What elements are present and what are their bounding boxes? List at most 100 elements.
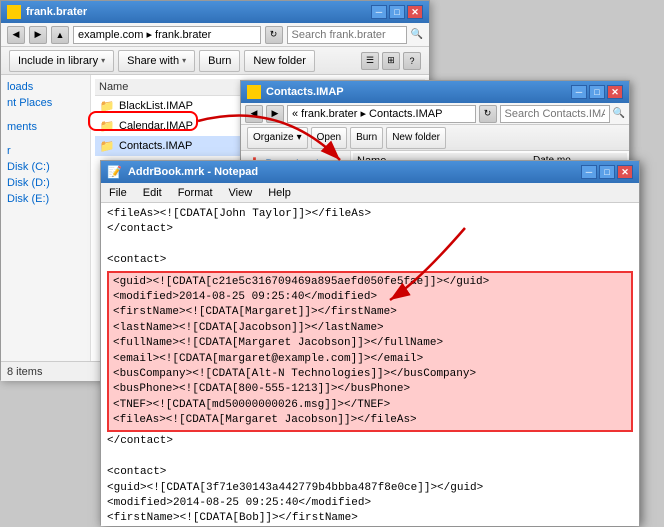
view-controls: ☰ ⊞ ? xyxy=(361,52,421,70)
text-line: </contact> xyxy=(107,434,633,449)
text-line: <TNEF><![CDATA[md50000000026.msg]]></TNE… xyxy=(113,398,627,413)
highlighted-block: <guid><![CDATA[c21e5c316709469a895aefd05… xyxy=(107,271,633,433)
notepad-menu-bar: File Edit Format View Help xyxy=(101,183,639,203)
folder-icon xyxy=(7,5,21,19)
menu-help[interactable]: Help xyxy=(264,187,295,199)
sidebar-item-documents[interactable]: ments xyxy=(1,119,90,135)
forward-button[interactable]: ▶ xyxy=(29,26,47,44)
text-line: <fileAs><![CDATA[Margaret Jacobson]]></f… xyxy=(113,413,627,428)
folder-icon: 📁 xyxy=(99,118,115,134)
contacts-title-bar: Contacts.IMAP ─ □ ✕ xyxy=(241,81,629,103)
sidebar-item-loads[interactable]: loads xyxy=(1,79,90,95)
text-line: <guid><![CDATA[3f71e30143a442779b4bbba48… xyxy=(107,481,633,496)
item-count: 8 items xyxy=(7,366,42,378)
text-line xyxy=(107,238,633,253)
explorer-title-bar: frank.brater ─ □ ✕ xyxy=(1,1,429,23)
text-line xyxy=(107,450,633,465)
burn-button[interactable]: Burn xyxy=(199,50,240,72)
maximize-button[interactable]: □ xyxy=(599,165,615,179)
window-controls: ─ □ ✕ xyxy=(371,5,423,19)
search-icon: 🔍 xyxy=(613,108,625,119)
minimize-button[interactable]: ─ xyxy=(581,165,597,179)
sidebar-item-r[interactable]: r xyxy=(1,143,90,159)
notepad-text-area[interactable]: <fileAs><![CDATA[John Taylor]]></fileAs>… xyxy=(101,203,639,526)
dropdown-arrow: ▾ xyxy=(297,132,302,143)
explorer-title: frank.brater xyxy=(26,6,87,18)
notepad-window: 📝 AddrBook.mrk - Notepad ─ □ ✕ File Edit… xyxy=(100,160,640,525)
contacts-search-input[interactable] xyxy=(500,105,610,123)
text-line: <modified>2014-08-25 09:25:40</modified> xyxy=(107,496,633,511)
back-button[interactable]: ◀ xyxy=(245,105,263,123)
menu-format[interactable]: Format xyxy=(174,187,217,199)
new-folder-button[interactable]: New folder xyxy=(244,50,315,72)
breadcrumb-text: « frank.brater ▸ Contacts.IMAP xyxy=(292,107,442,120)
view-list-button[interactable]: ☰ xyxy=(361,52,379,70)
dropdown-arrow: ▾ xyxy=(182,56,186,65)
sidebar-item-c-drive[interactable]: Disk (C:) xyxy=(1,159,90,175)
contacts-address-bar: ◀ ▶ « frank.brater ▸ Contacts.IMAP ↻ 🔍 xyxy=(241,103,629,125)
maximize-button[interactable]: □ xyxy=(389,5,405,19)
notepad-icon: 📝 xyxy=(107,165,122,179)
folder-icon: 📁 xyxy=(99,138,115,154)
file-name: Calendar.IMAP xyxy=(119,120,193,132)
new-folder-button[interactable]: New folder xyxy=(386,127,446,149)
view-grid-button[interactable]: ⊞ xyxy=(382,52,400,70)
menu-view[interactable]: View xyxy=(225,187,257,199)
close-button[interactable]: ✕ xyxy=(407,5,423,19)
text-line: <fileAs><![CDATA[John Taylor]]></fileAs> xyxy=(107,207,633,222)
folder-icon: 📁 xyxy=(99,98,115,114)
sidebar-item-d-drive[interactable]: Disk (D:) xyxy=(1,175,90,191)
contacts-toolbar: Organize ▾ Open Burn New folder xyxy=(241,125,629,151)
explorer-toolbar: Include in library ▾ Share with ▾ Burn N… xyxy=(1,47,429,75)
search-icon: 🔍 xyxy=(411,29,423,40)
address-bar: ◀ ▶ ▲ ↻ 🔍 xyxy=(1,23,429,47)
explorer-sidebar: loads nt Places ments r Disk (C:) Disk (… xyxy=(1,75,91,361)
notepad-title-text: AddrBook.mrk - Notepad xyxy=(128,166,258,178)
notepad-title-bar: 📝 AddrBook.mrk - Notepad ─ □ ✕ xyxy=(101,161,639,183)
up-button[interactable]: ▲ xyxy=(51,26,69,44)
burn-button[interactable]: Burn xyxy=(350,127,383,149)
open-button[interactable]: Open xyxy=(311,127,347,149)
text-line: <firstName><![CDATA[Margaret]]></firstNa… xyxy=(113,305,627,320)
close-button[interactable]: ✕ xyxy=(617,165,633,179)
menu-file[interactable]: File xyxy=(105,187,131,199)
refresh-button[interactable]: ↻ xyxy=(265,26,283,44)
menu-edit[interactable]: Edit xyxy=(139,187,166,199)
text-line: <busPhone><![CDATA[800-555-1213]]></busP… xyxy=(113,382,627,397)
dropdown-arrow: ▾ xyxy=(101,56,105,65)
help-button[interactable]: ? xyxy=(403,52,421,70)
text-line: <lastName><![CDATA[Jacobson]]></lastName… xyxy=(113,321,627,336)
contacts-title: Contacts.IMAP xyxy=(266,86,344,98)
text-line: <contact> xyxy=(107,253,633,268)
text-line: <guid><![CDATA[c21e5c316709469a895aefd05… xyxy=(113,275,627,290)
text-line: </contact> xyxy=(107,222,633,237)
sidebar-spacer2 xyxy=(1,135,90,143)
sidebar-item-recent[interactable]: nt Places xyxy=(1,95,90,111)
breadcrumb: « frank.brater ▸ Contacts.IMAP xyxy=(287,105,476,123)
folder-icon xyxy=(247,85,261,99)
sidebar-item-e-drive[interactable]: Disk (E:) xyxy=(1,191,90,207)
sidebar-spacer xyxy=(1,111,90,119)
text-line: <modified>2014-08-25 09:25:40</modified> xyxy=(113,290,627,305)
forward-button[interactable]: ▶ xyxy=(266,105,284,123)
close-button[interactable]: ✕ xyxy=(607,85,623,99)
window-controls: ─ □ ✕ xyxy=(571,85,623,99)
file-name: Contacts.IMAP xyxy=(119,140,192,152)
window-controls: ─ □ ✕ xyxy=(581,165,633,179)
text-line: <busCompany><![CDATA[Alt-N Technologies]… xyxy=(113,367,627,382)
back-button[interactable]: ◀ xyxy=(7,26,25,44)
maximize-button[interactable]: □ xyxy=(589,85,605,99)
minimize-button[interactable]: ─ xyxy=(371,5,387,19)
organize-button[interactable]: Organize ▾ xyxy=(247,127,308,149)
share-with-button[interactable]: Share with ▾ xyxy=(118,50,195,72)
text-line: <firstName><![CDATA[Bob]]></firstName> xyxy=(107,511,633,526)
file-name: BlackList.IMAP xyxy=(119,100,193,112)
text-line: <contact> xyxy=(107,465,633,480)
include-library-button[interactable]: Include in library ▾ xyxy=(9,50,114,72)
address-input[interactable] xyxy=(73,26,261,44)
search-input[interactable] xyxy=(287,26,407,44)
refresh-button[interactable]: ↻ xyxy=(479,105,497,123)
text-line: <email><![CDATA[margaret@example.com]]><… xyxy=(113,352,627,367)
minimize-button[interactable]: ─ xyxy=(571,85,587,99)
text-line: <fullName><![CDATA[Margaret Jacobson]]><… xyxy=(113,336,627,351)
